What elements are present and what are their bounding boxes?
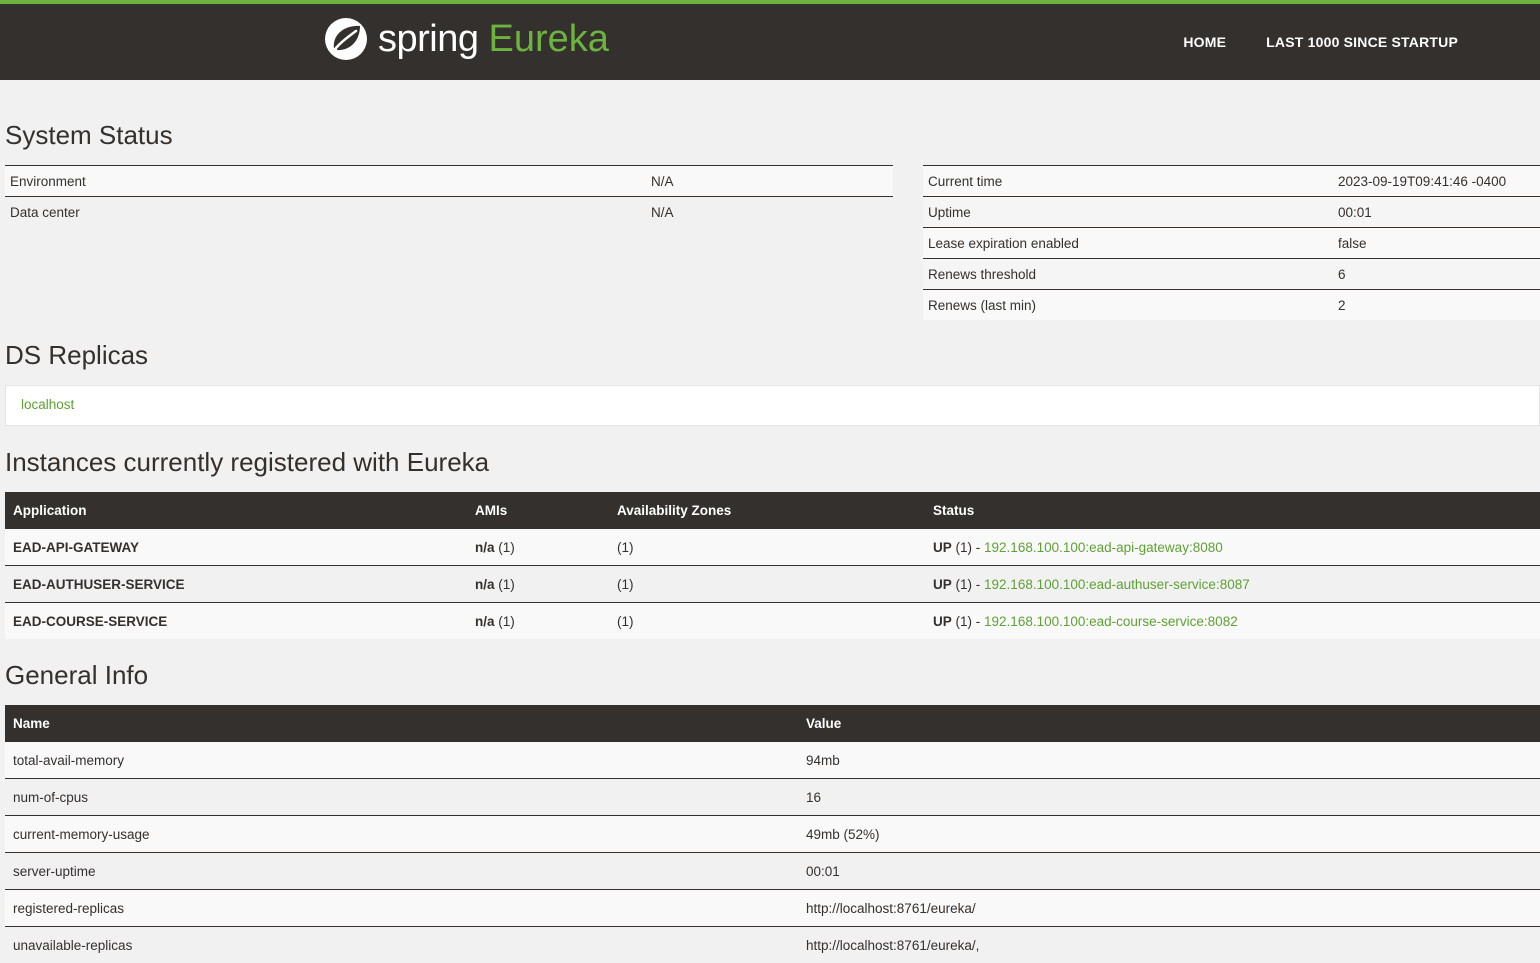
- instance-link[interactable]: 192.168.100.100:ead-api-gateway:8080: [984, 540, 1223, 555]
- status-up: UP: [933, 540, 952, 555]
- nav-last-1000-link[interactable]: LAST 1000 SINCE STARTUP: [1266, 34, 1458, 50]
- ami-count: (1): [498, 577, 515, 592]
- system-status-right-table: Current time 2023-09-19T09:41:46 -0400 U…: [923, 165, 1540, 320]
- table-row: current-memory-usage 49mb (52%): [5, 816, 1540, 853]
- column-header-availability-zones: Availability Zones: [609, 492, 925, 529]
- status-count: (1) -: [956, 614, 985, 629]
- application-name: EAD-API-GATEWAY: [5, 529, 467, 566]
- system-status-left-table: Environment N/A Data center N/A: [5, 165, 893, 227]
- status-value: N/A: [646, 197, 893, 228]
- info-value: http://localhost:8761/eureka/,: [798, 927, 1540, 963]
- application-name-text: EAD-COURSE-SERVICE: [13, 614, 167, 629]
- ami-cell: n/a (1): [467, 529, 609, 566]
- table-row: Data center N/A: [5, 197, 893, 228]
- general-info-table: Name Value total-avail-memory 94mb num-o…: [5, 705, 1540, 963]
- info-name: registered-replicas: [5, 890, 798, 927]
- status-key: Data center: [5, 197, 646, 228]
- table-row: server-uptime 00:01: [5, 853, 1540, 890]
- status-value: 2: [1333, 290, 1540, 321]
- table-row: EAD-COURSE-SERVICE n/a (1) (1) UP (1) - …: [5, 603, 1540, 640]
- status-key: Renews threshold: [923, 259, 1333, 290]
- table-row: Environment N/A: [5, 166, 893, 197]
- info-value: http://localhost:8761/eureka/: [798, 890, 1540, 927]
- status-up: UP: [933, 614, 952, 629]
- table-row: Renews threshold 6: [923, 259, 1540, 290]
- instance-link[interactable]: 192.168.100.100:ead-authuser-service:808…: [984, 577, 1250, 592]
- zones-cell: (1): [609, 529, 925, 566]
- table-row: EAD-API-GATEWAY n/a (1) (1) UP (1) - 192…: [5, 529, 1540, 566]
- zones-cell: (1): [609, 603, 925, 640]
- table-row: total-avail-memory 94mb: [5, 742, 1540, 779]
- brand-logo[interactable]: spring Eureka: [322, 14, 609, 64]
- column-header-status: Status: [925, 492, 1540, 529]
- status-cell: UP (1) - 192.168.100.100:ead-authuser-se…: [925, 566, 1540, 603]
- column-header-amis: AMIs: [467, 492, 609, 529]
- general-info-heading: General Info: [5, 660, 148, 691]
- info-name: num-of-cpus: [5, 779, 798, 816]
- status-count: (1) -: [956, 577, 985, 592]
- ds-replicas-list: localhost: [5, 385, 1540, 426]
- info-value: 94mb: [798, 742, 1540, 779]
- table-header-row: Application AMIs Availability Zones Stat…: [5, 492, 1540, 529]
- info-value: 49mb (52%): [798, 816, 1540, 853]
- navbar: spring Eureka HOME LAST 1000 SINCE START…: [0, 4, 1540, 80]
- status-key: Environment: [5, 166, 646, 197]
- instances-heading: Instances currently registered with Eure…: [5, 447, 489, 478]
- status-key: Renews (last min): [923, 290, 1333, 321]
- status-key: Lease expiration enabled: [923, 228, 1333, 259]
- table-row: Uptime 00:01: [923, 197, 1540, 228]
- nav-home-link[interactable]: HOME: [1183, 34, 1226, 50]
- table-row: num-of-cpus 16: [5, 779, 1540, 816]
- column-header-application: Application: [5, 492, 467, 529]
- application-name: EAD-COURSE-SERVICE: [5, 603, 467, 640]
- status-up: UP: [933, 577, 952, 592]
- ds-replicas-heading: DS Replicas: [5, 340, 148, 371]
- status-cell: UP (1) - 192.168.100.100:ead-course-serv…: [925, 603, 1540, 640]
- column-header-value: Value: [798, 705, 1540, 742]
- ami-count: (1): [498, 614, 515, 629]
- status-key: Uptime: [923, 197, 1333, 228]
- ami-value: n/a: [475, 614, 495, 629]
- table-header-row: Name Value: [5, 705, 1540, 742]
- instances-table: Application AMIs Availability Zones Stat…: [5, 492, 1540, 639]
- table-row: unavailable-replicas http://localhost:87…: [5, 927, 1540, 963]
- status-value: N/A: [646, 166, 893, 197]
- ami-count: (1): [498, 540, 515, 555]
- instance-link[interactable]: 192.168.100.100:ead-course-service:8082: [984, 614, 1238, 629]
- info-value: 00:01: [798, 853, 1540, 890]
- info-name: server-uptime: [5, 853, 798, 890]
- system-status-heading: System Status: [5, 120, 173, 151]
- status-value: 6: [1333, 259, 1540, 290]
- ami-cell: n/a (1): [467, 566, 609, 603]
- status-key: Current time: [923, 166, 1333, 197]
- table-row: EAD-AUTHUSER-SERVICE n/a (1) (1) UP (1) …: [5, 566, 1540, 603]
- table-row: Renews (last min) 2: [923, 290, 1540, 321]
- spring-leaf-icon: [322, 15, 370, 63]
- status-value: 2023-09-19T09:41:46 -0400: [1333, 166, 1540, 197]
- column-header-name: Name: [5, 705, 798, 742]
- ami-value: n/a: [475, 540, 495, 555]
- brand-eureka-text: Eureka: [489, 18, 609, 61]
- zones-cell: (1): [609, 566, 925, 603]
- application-name-text: EAD-AUTHUSER-SERVICE: [13, 577, 185, 592]
- status-value: 00:01: [1333, 197, 1540, 228]
- application-name: EAD-AUTHUSER-SERVICE: [5, 566, 467, 603]
- nav-links: HOME LAST 1000 SINCE STARTUP: [1183, 34, 1458, 50]
- table-row: Current time 2023-09-19T09:41:46 -0400: [923, 166, 1540, 197]
- table-row: Lease expiration enabled false: [923, 228, 1540, 259]
- status-value: false: [1333, 228, 1540, 259]
- application-name-text: EAD-API-GATEWAY: [13, 540, 139, 555]
- info-name: current-memory-usage: [5, 816, 798, 853]
- table-row: registered-replicas http://localhost:876…: [5, 890, 1540, 927]
- replica-link-localhost[interactable]: localhost: [21, 397, 74, 412]
- status-cell: UP (1) - 192.168.100.100:ead-api-gateway…: [925, 529, 1540, 566]
- ami-value: n/a: [475, 577, 495, 592]
- info-name: total-avail-memory: [5, 742, 798, 779]
- ami-cell: n/a (1): [467, 603, 609, 640]
- info-name: unavailable-replicas: [5, 927, 798, 963]
- info-value: 16: [798, 779, 1540, 816]
- status-count: (1) -: [956, 540, 985, 555]
- brand-spring-text: spring: [378, 18, 479, 61]
